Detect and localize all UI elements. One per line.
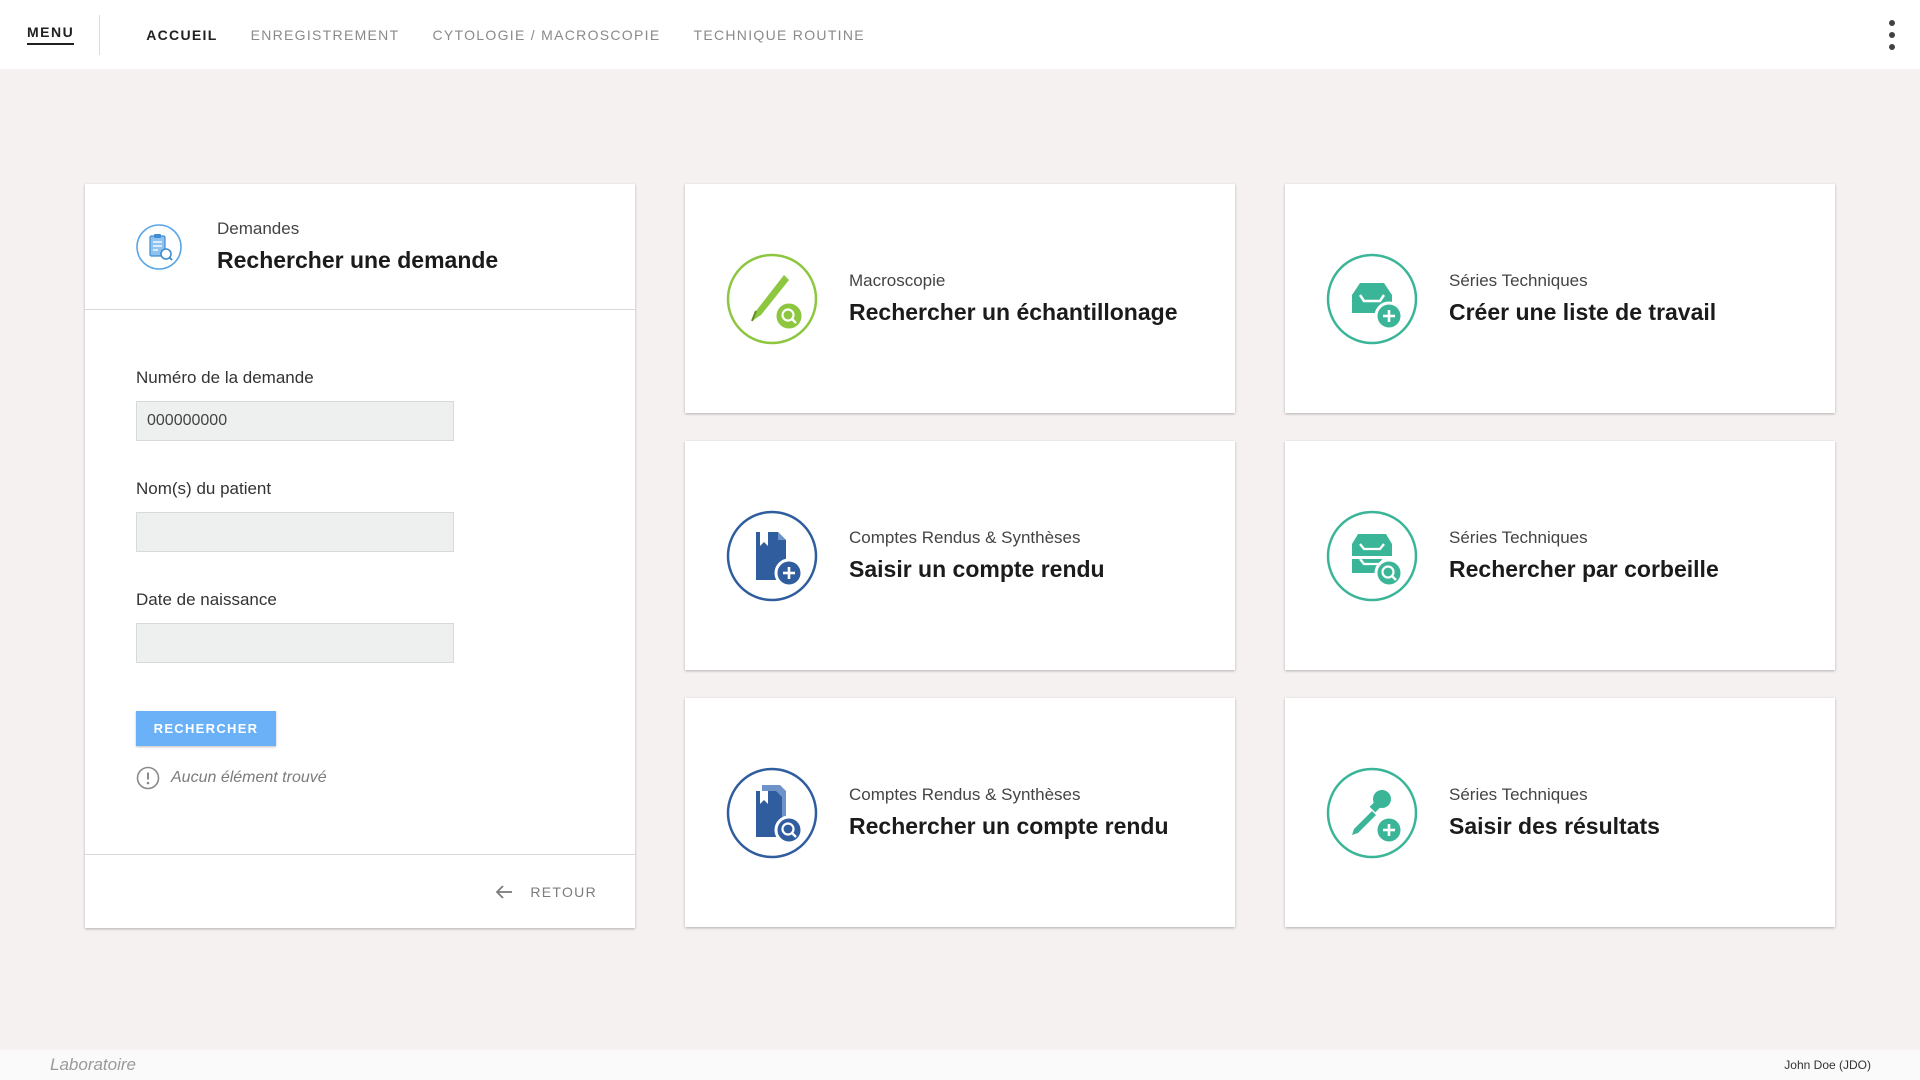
tile-category: Séries Techniques xyxy=(1449,785,1588,804)
pipette-add-icon xyxy=(1326,767,1418,859)
birth-date-label: Date de naissance xyxy=(136,590,277,609)
tile-search-by-basket[interactable]: Séries Techniques Rechercher par corbeil… xyxy=(1285,441,1835,670)
current-user: John Doe (JDO) xyxy=(1784,1058,1871,1072)
tile-title: Créer une liste de travail xyxy=(1449,299,1717,325)
menu-button[interactable]: MENU xyxy=(27,24,75,45)
request-number-input[interactable] xyxy=(136,401,454,441)
arrow-left-icon xyxy=(494,882,514,902)
clipboard-search-icon xyxy=(135,223,183,271)
patient-name-input[interactable] xyxy=(136,512,454,552)
card-title: Rechercher une demande xyxy=(217,247,499,273)
tile-category: Séries Techniques xyxy=(1449,528,1588,547)
tile-enter-results[interactable]: Séries Techniques Saisir des résultats xyxy=(1285,698,1835,927)
inbox-add-icon xyxy=(1326,253,1418,345)
tile-enter-report[interactable]: Comptes Rendus & Synthèses Saisir un com… xyxy=(685,441,1235,670)
request-number-label: Numéro de la demande xyxy=(136,368,314,387)
birth-date-input[interactable] xyxy=(136,623,454,663)
search-button[interactable]: RECHERCHER xyxy=(136,711,276,746)
document-add-icon xyxy=(726,510,818,602)
tile-category: Macroscopie xyxy=(849,271,946,290)
back-button[interactable]: RETOUR xyxy=(494,882,597,902)
nav-item-technique-routine[interactable]: TECHNIQUE ROUTINE xyxy=(693,27,864,43)
nav-item-cytologie-macroscopie[interactable]: CYTOLOGIE / MACROSCOPIE xyxy=(432,27,660,43)
tile-create-worklist[interactable]: Séries Techniques Créer une liste de tra… xyxy=(1285,184,1835,413)
document-search-icon xyxy=(726,767,818,859)
inbox-search-icon xyxy=(1326,510,1418,602)
tile-category: Comptes Rendus & Synthèses xyxy=(849,785,1081,804)
main-nav: ACCUEIL ENREGISTREMENT CYTOLOGIE / MACRO… xyxy=(146,27,898,43)
kebab-menu-icon[interactable] xyxy=(1886,20,1898,50)
empty-result-text: Aucun élément trouvé xyxy=(171,769,327,786)
status-footer: Laboratoire John Doe (JDO) xyxy=(0,1050,1920,1080)
alert-circle-icon xyxy=(136,766,160,790)
search-form: Numéro de la demande Nom(s) du patient D… xyxy=(85,310,635,790)
divider xyxy=(99,14,101,55)
tile-title: Rechercher un échantillonage xyxy=(849,299,1178,325)
tile-title: Rechercher un compte rendu xyxy=(849,813,1169,839)
search-card-footer: RETOUR xyxy=(85,854,635,928)
back-label: RETOUR xyxy=(530,883,597,900)
patient-name-label: Nom(s) du patient xyxy=(136,479,272,498)
scalpel-search-icon xyxy=(726,253,818,345)
tile-search-report[interactable]: Comptes Rendus & Synthèses Rechercher un… xyxy=(685,698,1235,927)
tile-title: Saisir des résultats xyxy=(1449,813,1660,839)
search-card-header: Demandes Rechercher une demande xyxy=(85,184,635,310)
empty-result-message: Aucun élément trouvé xyxy=(136,766,635,790)
nav-item-accueil[interactable]: ACCUEIL xyxy=(146,27,217,43)
top-bar: MENU ACCUEIL ENREGISTREMENT CYTOLOGIE / … xyxy=(0,0,1920,69)
search-request-card: Demandes Rechercher une demande Numéro d… xyxy=(85,184,635,928)
tile-category: Comptes Rendus & Synthèses xyxy=(849,528,1081,547)
tile-title: Saisir un compte rendu xyxy=(849,556,1105,582)
nav-item-enregistrement[interactable]: ENREGISTREMENT xyxy=(251,27,400,43)
tile-title: Rechercher par corbeille xyxy=(1449,556,1719,582)
tile-search-sampling[interactable]: Macroscopie Rechercher un échantillonage xyxy=(685,184,1235,413)
tile-category: Séries Techniques xyxy=(1449,271,1588,290)
card-category: Demandes xyxy=(217,219,300,238)
app-name: Laboratoire xyxy=(50,1055,137,1074)
